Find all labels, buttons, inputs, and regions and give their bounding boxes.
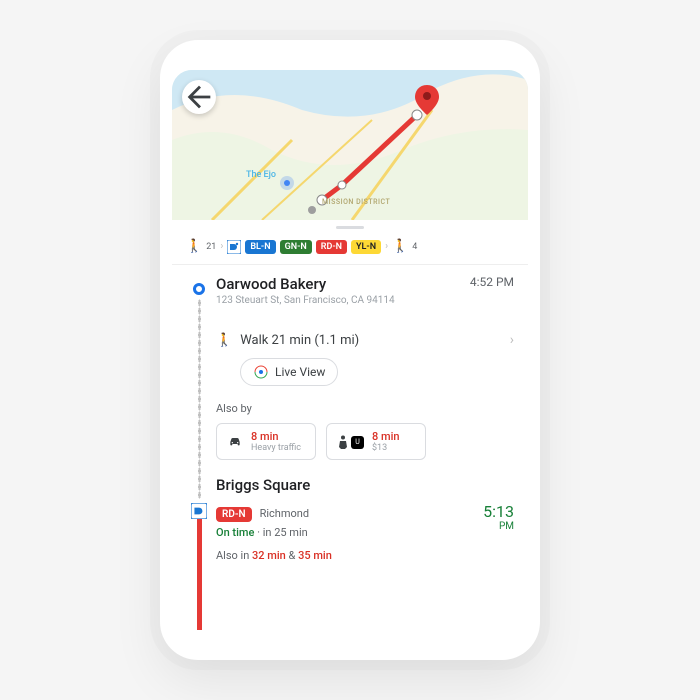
- phone-frame: The Ejo MISSION DISTRICT 🚶 21 › BL-N GN-…: [160, 40, 540, 660]
- walk-icon: 🚶: [216, 333, 232, 348]
- station-step[interactable]: Briggs Square RD-N Richmond On time · in…: [216, 476, 514, 562]
- directions-sheet: 🚶 21 › BL-N GN-N RD-N YL-N › 🚶 4: [172, 220, 528, 630]
- screen: The Ejo MISSION DISTRICT 🚶 21 › BL-N GN-…: [172, 70, 528, 630]
- line-chip-yl: YL-N: [351, 240, 381, 254]
- route-badge: RD-N: [216, 507, 252, 522]
- start-place-address: 123 Steuart St, San Francisco, CA 94114: [216, 295, 395, 306]
- station-node-icon: [191, 503, 207, 519]
- drag-handle[interactable]: [336, 226, 364, 229]
- back-button[interactable]: [182, 80, 216, 114]
- car-mins: 8 min: [251, 430, 301, 443]
- chevron-right-icon: ›: [510, 332, 514, 348]
- walk-segment-icon: [198, 299, 201, 499]
- also-in-row: Also in 32 min & 35 min: [216, 549, 514, 562]
- station-name: Briggs Square: [216, 476, 514, 494]
- departure-time: 5:13 PM: [483, 502, 514, 532]
- start-time: 4:52 PM: [470, 275, 514, 289]
- line-chip-gn: GN-N: [280, 240, 312, 254]
- walk-end-min: 4: [412, 242, 417, 252]
- walk-start-min: 21: [206, 242, 216, 252]
- departure-in: in 25 min: [263, 526, 308, 539]
- route-destination: Richmond: [260, 507, 309, 520]
- car-icon: [227, 433, 243, 451]
- on-time-status: On time: [216, 526, 254, 539]
- line-chip-bl: BL-N: [245, 240, 275, 254]
- start-step[interactable]: Oarwood Bakery 123 Steuart St, San Franc…: [216, 275, 514, 306]
- also-by-car-card[interactable]: 8 min Heavy traffic: [216, 423, 316, 460]
- car-sub: Heavy traffic: [251, 443, 301, 453]
- rideshare-icon: U: [337, 435, 364, 449]
- also-by-section: Also by 8 min Heavy traffic: [216, 402, 514, 460]
- map[interactable]: The Ejo MISSION DISTRICT: [172, 70, 528, 220]
- directions-content: Oarwood Bakery 123 Steuart St, San Franc…: [172, 265, 528, 630]
- chevron-right-icon: ›: [385, 241, 388, 252]
- walk-icon: 🚶: [186, 239, 202, 254]
- walk-step[interactable]: 🚶 Walk 21 min (1.1 mi) ›: [216, 332, 514, 348]
- also-by-label: Also by: [216, 402, 514, 415]
- walk-icon: 🚶: [392, 239, 408, 254]
- uber-badge-icon: U: [351, 436, 364, 449]
- chevron-right-icon: ›: [220, 241, 223, 252]
- start-node-icon: [193, 283, 205, 295]
- timeline: [192, 283, 206, 630]
- walk-text: Walk 21 min (1.1 mi): [240, 333, 359, 348]
- also-by-uber-card[interactable]: U 8 min $13: [326, 423, 426, 460]
- transit-segment-icon: [197, 519, 202, 630]
- back-arrow-icon: [182, 80, 216, 114]
- uber-mins: 8 min: [372, 430, 400, 443]
- start-place-name: Oarwood Bakery: [216, 275, 395, 293]
- live-view-icon: [253, 364, 269, 380]
- line-chip-rd: RD-N: [316, 240, 347, 254]
- steps-list: Oarwood Bakery 123 Steuart St, San Franc…: [216, 275, 514, 562]
- live-view-button[interactable]: Live View: [240, 358, 338, 386]
- map-poi-label: The Ejo: [246, 170, 276, 180]
- live-view-label: Live View: [275, 365, 325, 379]
- route-summary[interactable]: 🚶 21 › BL-N GN-N RD-N YL-N › 🚶 4: [172, 233, 528, 265]
- map-district-label: MISSION DISTRICT: [322, 198, 390, 206]
- uber-sub: $13: [372, 443, 400, 453]
- transit-agency-icon: [227, 240, 241, 254]
